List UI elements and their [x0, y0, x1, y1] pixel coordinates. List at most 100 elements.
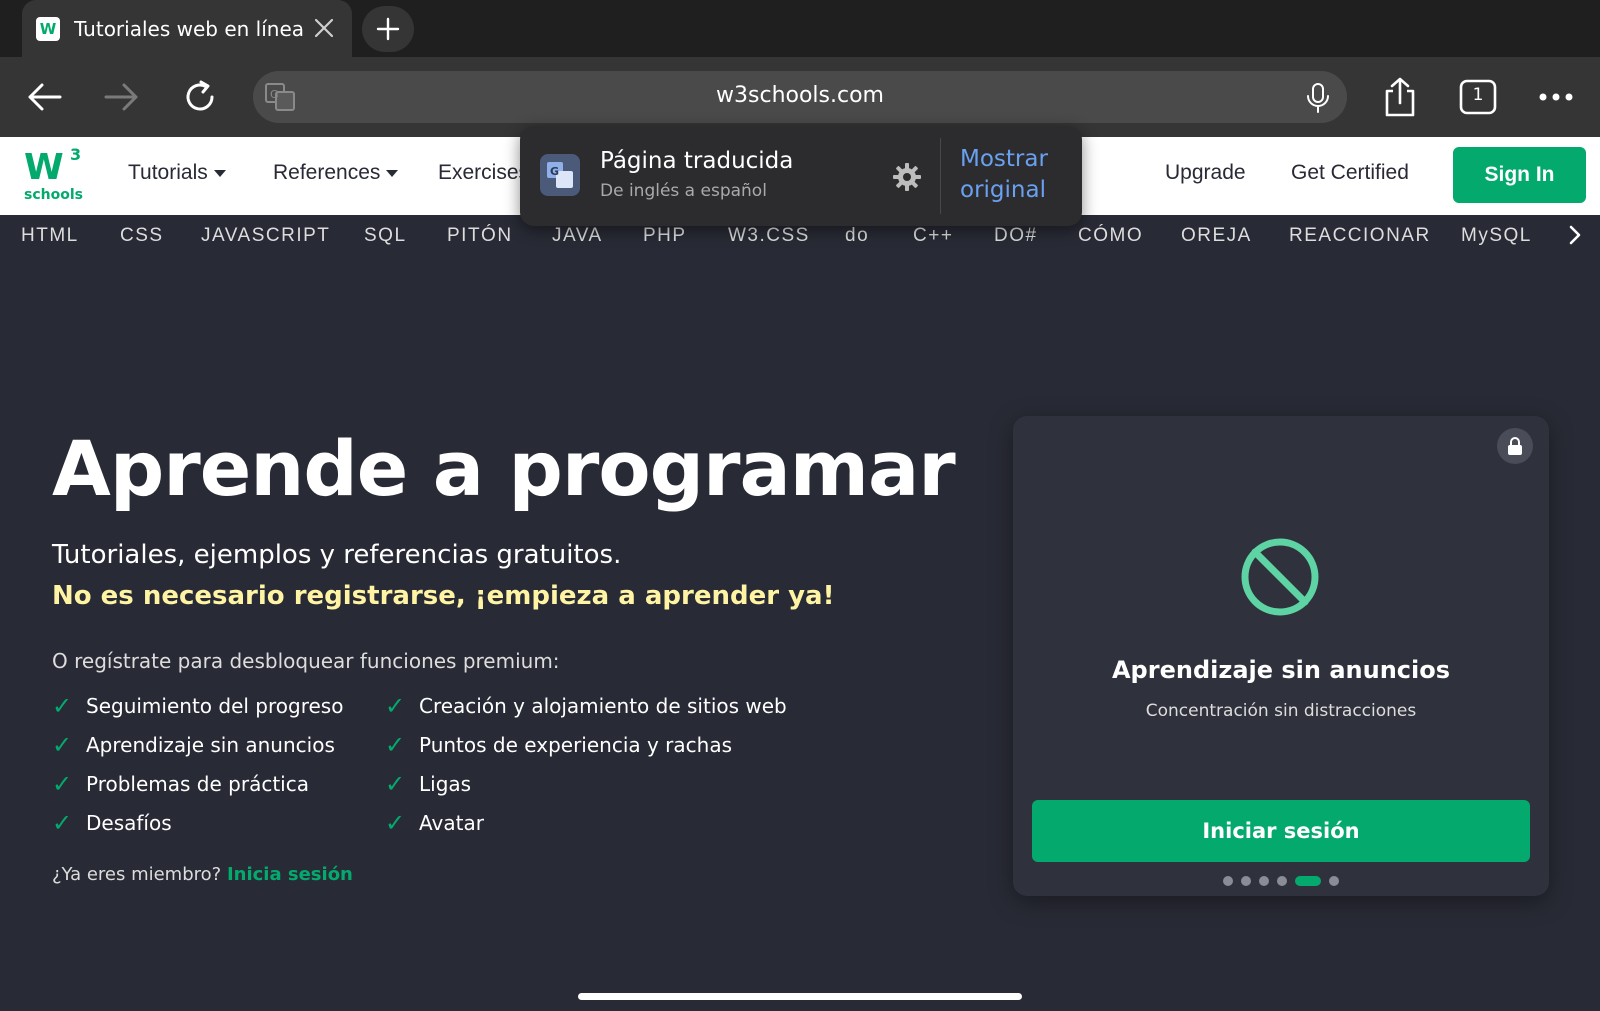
member-text: ¿Ya eres miembro?	[52, 864, 222, 885]
nav-tutorials-label: Tutorials	[128, 161, 208, 184]
lang-link[interactable]: CSS	[120, 225, 164, 247]
logo-mark: W	[24, 147, 64, 188]
close-tab-icon[interactable]	[310, 14, 338, 42]
caret-down-icon	[213, 169, 226, 177]
feature-item: ✓ Ligas	[385, 770, 471, 798]
caret-down-icon	[386, 169, 399, 177]
feature-label: Ligas	[419, 772, 472, 796]
arrow-left-icon	[28, 83, 62, 111]
lang-link[interactable]: REACCIONAR	[1289, 225, 1431, 247]
share-button[interactable]	[1376, 73, 1424, 121]
w3schools-logo[interactable]: W 3 schools	[24, 145, 84, 205]
carousel-dot[interactable]	[1329, 876, 1339, 886]
hero-subtitle: Tutoriales, ejemplos y referencias gratu…	[52, 540, 622, 570]
tab-title: Tutoriales web en línea c	[74, 16, 304, 41]
carousel-dot[interactable]	[1223, 876, 1233, 886]
microphone-icon[interactable]	[1305, 83, 1331, 113]
new-tab-button[interactable]	[362, 6, 414, 52]
translation-subtitle: De inglés a español	[600, 181, 767, 201]
share-icon	[1385, 77, 1415, 117]
check-icon: ✓	[52, 770, 73, 798]
carousel-dot[interactable]	[1295, 876, 1321, 886]
tab-count: 1	[1472, 85, 1484, 105]
nav-tutorials[interactable]: Tutorials	[128, 161, 226, 185]
lang-link[interactable]: HTML	[21, 225, 79, 247]
lang-link[interactable]: PITÓN	[447, 225, 513, 247]
back-button[interactable]	[22, 75, 66, 119]
more-dots-icon	[1539, 93, 1573, 101]
card-title: Aprendizaje sin anuncios	[1111, 656, 1450, 684]
feature-label: Seguimiento del progreso	[86, 694, 344, 718]
hero-highlight: No es necesario registrarse, ¡empieza a …	[52, 581, 835, 611]
lang-link[interactable]: JAVA	[552, 225, 603, 247]
logo-superscript: 3	[70, 145, 82, 164]
carousel-dot[interactable]	[1241, 876, 1251, 886]
url-text: w3schools.com	[716, 83, 884, 108]
show-original-button[interactable]: Mostrar original	[960, 144, 1070, 206]
lang-link[interactable]: PHP	[643, 225, 687, 247]
chevron-right-icon[interactable]	[1568, 223, 1588, 251]
check-icon: ✓	[385, 692, 406, 720]
feature-label: Puntos de experiencia y rachas	[419, 733, 733, 757]
premium-feature-card: Aprendizaje sin anuncios Concentración s…	[1013, 416, 1549, 896]
feature-item: ✓ Puntos de experiencia y rachas	[385, 731, 732, 759]
browser-tab[interactable]: W Tutoriales web en línea c	[22, 0, 352, 57]
nav-exercises[interactable]: Exercises	[438, 161, 529, 185]
feature-label: Desafíos	[86, 811, 172, 835]
lang-link[interactable]: C++	[913, 225, 953, 247]
login-button[interactable]: Iniciar sesión	[1032, 800, 1530, 862]
lang-link[interactable]: do	[845, 225, 869, 247]
register-prompt: O regístrate para desbloquear funciones …	[52, 649, 560, 673]
lang-link[interactable]: SQL	[364, 225, 407, 247]
carousel-dot[interactable]	[1277, 876, 1287, 886]
popup-divider	[940, 138, 941, 214]
no-ads-icon	[1239, 536, 1321, 618]
nav-references[interactable]: References	[273, 161, 399, 185]
feature-label: Aprendizaje sin anuncios	[86, 733, 335, 757]
browser-toolbar: G w3schools.com 1	[0, 57, 1600, 137]
feature-label: Problemas de práctica	[86, 772, 309, 796]
address-bar[interactable]: G w3schools.com	[253, 71, 1347, 123]
lang-link[interactable]: DO#	[994, 225, 1038, 247]
nav-upgrade[interactable]: Upgrade	[1165, 161, 1246, 185]
lang-link[interactable]: MySQL	[1461, 225, 1532, 247]
lang-link[interactable]: W3.CSS	[728, 225, 810, 247]
reload-button[interactable]	[178, 75, 222, 119]
check-icon: ✓	[52, 731, 73, 759]
forward-button[interactable]	[100, 75, 144, 119]
sign-in-button[interactable]: Sign In	[1453, 147, 1586, 203]
nav-references-label: References	[273, 161, 381, 184]
feature-item: ✓ Problemas de práctica	[52, 770, 309, 798]
home-indicator	[578, 993, 1022, 1000]
more-menu-button[interactable]	[1532, 73, 1580, 121]
google-translate-icon: G	[540, 154, 580, 196]
check-icon: ✓	[385, 770, 406, 798]
translation-popup: G Página traducida De inglés a español M…	[520, 126, 1082, 226]
lang-link[interactable]: CÓMO	[1078, 225, 1143, 247]
check-icon: ✓	[385, 731, 406, 759]
svg-text:G: G	[550, 165, 559, 178]
carousel-dot[interactable]	[1259, 876, 1269, 886]
feature-item: ✓ Avatar	[385, 809, 484, 837]
translation-title: Página traducida	[600, 148, 794, 174]
gear-icon[interactable]	[892, 162, 922, 192]
feature-item: ✓ Desafíos	[52, 809, 172, 837]
nav-get-certified[interactable]: Get Certified	[1291, 161, 1409, 185]
feature-item: ✓ Aprendizaje sin anuncios	[52, 731, 335, 759]
feature-label: Avatar	[419, 811, 484, 835]
tab-switcher-button[interactable]: 1	[1454, 73, 1502, 121]
lang-link[interactable]: OREJA	[1181, 225, 1252, 247]
check-icon: ✓	[52, 809, 73, 837]
plus-icon	[376, 17, 400, 41]
check-icon: ✓	[52, 692, 73, 720]
logo-wordmark: schools	[24, 187, 83, 203]
lang-link[interactable]: JAVASCRIPT	[201, 225, 330, 247]
lock-icon	[1497, 428, 1533, 464]
login-link[interactable]: Inicia sesión	[227, 864, 353, 885]
card-subtitle: Concentración sin distracciones	[1145, 701, 1417, 721]
w3schools-favicon-icon: W	[36, 16, 60, 41]
reload-icon	[186, 80, 214, 111]
check-icon: ✓	[385, 809, 406, 837]
feature-item: ✓ Seguimiento del progreso	[52, 692, 343, 720]
member-prompt: ¿Ya eres miembro? Inicia sesión	[52, 864, 353, 885]
